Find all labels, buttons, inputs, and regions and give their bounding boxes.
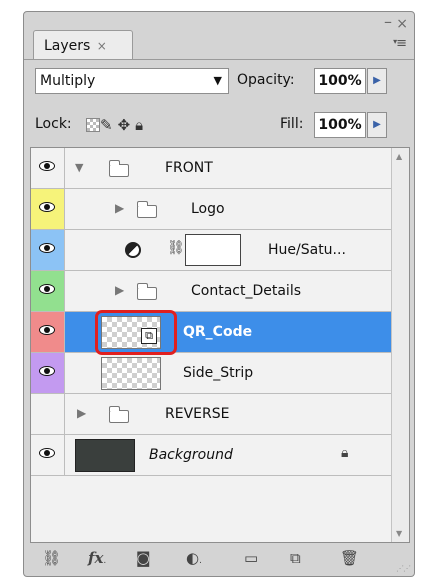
visibility-toggle[interactable] bbox=[31, 230, 65, 270]
layer-name: FRONT bbox=[165, 160, 213, 176]
layer-row-front[interactable]: ▼ FRONT bbox=[31, 148, 391, 189]
layer-thumbnail[interactable] bbox=[75, 439, 135, 472]
folder-icon bbox=[136, 201, 157, 218]
divider bbox=[24, 59, 414, 60]
visibility-toggle[interactable] bbox=[31, 148, 65, 188]
visibility-toggle[interactable] bbox=[31, 189, 65, 229]
trash-icon[interactable]: 🗑︎ bbox=[340, 549, 359, 567]
lock-transparency-icon[interactable] bbox=[86, 118, 100, 132]
folder-icon bbox=[108, 406, 129, 423]
layer-name: Background bbox=[149, 447, 233, 463]
new-layer-icon[interactable]: ⧉ bbox=[290, 549, 301, 567]
opacity-input[interactable]: 100% bbox=[314, 68, 366, 94]
blend-mode-select[interactable]: Multiply ▼ bbox=[35, 68, 229, 94]
layers-panel: – × Layers × ▾≡ Multiply ▼ Opacity: 100%… bbox=[23, 11, 415, 577]
layer-row-reverse[interactable]: ▶ REVERSE bbox=[31, 394, 391, 435]
minimize-icon[interactable]: – bbox=[384, 12, 392, 31]
lock-options: ✎✥🔒︎ bbox=[86, 116, 148, 134]
blend-row: Multiply ▼ Opacity: 100% ▶ bbox=[24, 64, 414, 98]
lock-brush-icon[interactable]: ✎ bbox=[100, 116, 118, 134]
layer-row-side-strip[interactable]: Side_Strip bbox=[31, 353, 391, 394]
layer-row-logo[interactable]: ▶ Logo bbox=[31, 189, 391, 230]
layer-row-hue-saturation[interactable]: ⛓ Hue/Satu... bbox=[31, 230, 391, 271]
eye-icon bbox=[39, 448, 55, 458]
folder-icon bbox=[108, 160, 129, 177]
eye-icon bbox=[39, 243, 55, 253]
adjustment-icon[interactable]: ◐. bbox=[186, 549, 202, 567]
adjustment-icon bbox=[125, 242, 141, 258]
lock-all-icon[interactable]: 🔒︎ bbox=[135, 116, 148, 134]
mask-icon[interactable]: ◙ bbox=[136, 549, 151, 567]
visibility-toggle[interactable] bbox=[31, 394, 65, 434]
tab-close-icon[interactable]: × bbox=[97, 39, 107, 53]
layer-name: Logo bbox=[191, 201, 225, 217]
visibility-toggle[interactable] bbox=[31, 312, 65, 352]
tab-layers[interactable]: Layers × bbox=[33, 30, 133, 60]
resize-grip[interactable]: ⋰⋰ bbox=[396, 564, 411, 573]
scroll-down-icon[interactable]: ▼ bbox=[396, 529, 402, 538]
fill-slider-button[interactable]: ▶ bbox=[367, 112, 387, 138]
visibility-toggle[interactable] bbox=[31, 353, 65, 393]
new-group-icon[interactable]: ▭ bbox=[244, 549, 258, 567]
visibility-toggle[interactable] bbox=[31, 271, 65, 311]
layer-thumbnail[interactable] bbox=[101, 357, 161, 390]
opacity-label: Opacity: bbox=[237, 72, 295, 88]
layer-name: Side_Strip bbox=[183, 365, 254, 381]
layer-name: REVERSE bbox=[165, 406, 230, 422]
expand-down-icon[interactable]: ▼ bbox=[75, 161, 83, 174]
eye-icon bbox=[39, 325, 55, 335]
opacity-slider-button[interactable]: ▶ bbox=[367, 68, 387, 94]
expand-right-icon[interactable]: ▶ bbox=[115, 201, 124, 215]
layer-list: ▼ FRONT ▶ Logo ⛓ Hue/Satu... ▶ Contact_D… bbox=[30, 147, 410, 543]
scrollbar[interactable]: ▲ ▼ bbox=[391, 148, 409, 542]
panel-menu-button[interactable]: ▾≡ bbox=[393, 36, 407, 51]
layer-name: Contact_Details bbox=[191, 283, 302, 299]
eye-icon bbox=[39, 202, 55, 212]
layer-name: Hue/Satu... bbox=[268, 242, 346, 258]
lock-icon: 🔒︎ bbox=[341, 445, 349, 461]
eye-icon bbox=[39, 284, 55, 294]
close-icon[interactable]: × bbox=[396, 16, 408, 32]
scroll-up-icon[interactable]: ▲ bbox=[396, 152, 402, 161]
fill-label: Fill: bbox=[280, 116, 304, 132]
layer-row-background[interactable]: Background 🔒︎ bbox=[31, 435, 391, 476]
lock-row: Lock: ✎✥🔒︎ Fill: 100% ▶ bbox=[24, 108, 414, 142]
chain-link-icon[interactable]: ⛓ bbox=[167, 240, 185, 256]
tab-label: Layers bbox=[44, 38, 91, 54]
chevron-down-icon: ▼ bbox=[213, 74, 222, 87]
expand-right-icon[interactable]: ▶ bbox=[77, 406, 86, 420]
layer-name: QR_Code bbox=[183, 324, 253, 340]
lock-move-icon[interactable]: ✥ bbox=[118, 116, 136, 134]
lock-label: Lock: bbox=[35, 116, 72, 132]
highlight-ring bbox=[95, 310, 177, 355]
fill-input[interactable]: 100% bbox=[314, 112, 366, 138]
layer-mask-thumbnail[interactable] bbox=[185, 234, 241, 266]
folder-icon bbox=[136, 283, 157, 300]
bottom-toolbar: ⛓ fx. ◙ ◐. ▭ ⧉ 🗑︎ ⋰⋰ bbox=[24, 545, 414, 576]
layer-row-qr-code[interactable]: ⧉ QR_Code bbox=[31, 310, 391, 355]
expand-right-icon[interactable]: ▶ bbox=[115, 283, 124, 297]
visibility-toggle[interactable] bbox=[31, 435, 65, 475]
eye-icon bbox=[39, 161, 55, 171]
fx-icon[interactable]: fx. bbox=[88, 549, 106, 567]
link-icon[interactable]: ⛓ bbox=[42, 549, 61, 567]
layer-row-contact-details[interactable]: ▶ Contact_Details bbox=[31, 271, 391, 312]
eye-icon bbox=[39, 366, 55, 376]
blend-mode-value: Multiply bbox=[40, 73, 96, 89]
